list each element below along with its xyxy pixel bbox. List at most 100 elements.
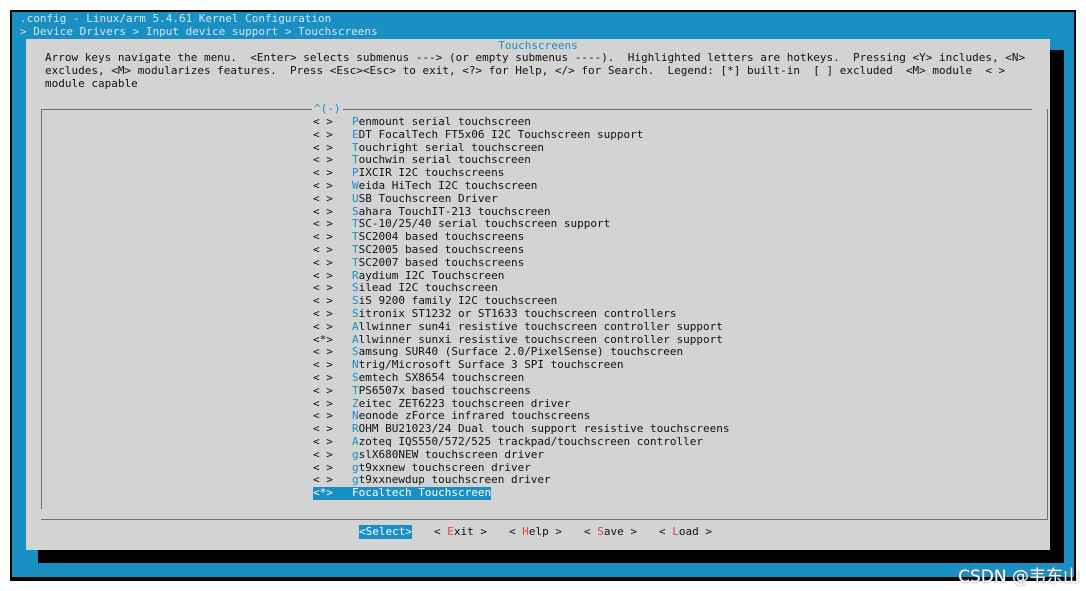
scroll-up-indicator[interactable]: ^(-) bbox=[312, 102, 343, 115]
button-post-text: ave > bbox=[603, 525, 637, 538]
menu-item[interactable]: <*> Focaltech Touchscreen bbox=[313, 486, 492, 500]
help-button[interactable]: < Help > bbox=[509, 525, 562, 539]
menu-item-hotkey: R bbox=[352, 268, 359, 282]
menu-item-label: SC2007 based touchscreens bbox=[358, 255, 525, 269]
button-pre-text: < bbox=[509, 525, 523, 538]
menu-item-label: aydium I2C Touchscreen bbox=[358, 268, 505, 282]
menu-item-label: ouchright serial touchscreen bbox=[358, 140, 545, 154]
menu-item-label: IXCIR I2C touchscreens bbox=[358, 166, 505, 180]
menu-item-label: eonode zForce infrared touchscreens bbox=[358, 409, 591, 423]
menu-item-label: PS6507x based touchscreens bbox=[358, 383, 531, 397]
menu-item-label: t9xxnewdup touchscreen driver bbox=[358, 473, 551, 487]
menu-item-label: amsung SUR40 (Surface 2.0/PixelSense) to… bbox=[358, 345, 684, 359]
menu-item-label: ouchwin serial touchscreen bbox=[358, 153, 531, 167]
menu-item-hotkey: S bbox=[352, 294, 359, 308]
button-post-text: oad > bbox=[678, 525, 712, 538]
menu-item-hotkey: T bbox=[352, 153, 359, 167]
menu-item-label: ahara TouchIT-213 touchscreen bbox=[358, 204, 551, 218]
menu-item-label: llwinner sunxi resistive touchscreen con… bbox=[358, 332, 723, 346]
menu-item-label: OHM BU21023/24 Dual touch support resist… bbox=[358, 422, 730, 436]
menu-item-state[interactable]: < > bbox=[313, 435, 352, 449]
menu-item-hotkey: A bbox=[352, 332, 359, 346]
menu-box-right-border bbox=[1047, 109, 1048, 520]
menu-item-hotkey: S bbox=[352, 306, 359, 320]
menu-item-hotkey: g bbox=[352, 460, 359, 474]
window-title: .config - Linux/arm 5.4.61 Kernel Config… bbox=[20, 12, 332, 25]
menu-item-hotkey: T bbox=[352, 383, 359, 397]
menu-item-label: SC-10/25/40 serial touchscreen support bbox=[358, 217, 611, 231]
menu-item-hotkey: S bbox=[352, 345, 359, 359]
menu-item-hotkey: N bbox=[352, 358, 359, 372]
button-post-text: elect> bbox=[372, 525, 412, 538]
menu-item-state[interactable]: < > bbox=[313, 307, 352, 321]
menu-item-label: trig/Microsoft Surface 3 SPI touchscreen bbox=[358, 358, 624, 372]
menu-item-label: DT FocalTech FT5x06 I2C Touchscreen supp… bbox=[358, 127, 644, 141]
button-hot-text: H bbox=[522, 525, 529, 538]
menu-item-state[interactable]: < > bbox=[313, 128, 352, 142]
menu-item-hotkey: N bbox=[352, 409, 359, 423]
menu-item-state[interactable]: < > bbox=[313, 115, 352, 129]
menu-item-label: SB Touchscreen Driver bbox=[358, 191, 498, 205]
menu-item-hotkey: T bbox=[352, 230, 359, 244]
menu-item-state[interactable]: <*> bbox=[313, 486, 352, 500]
menu-item-state[interactable]: < > bbox=[313, 320, 352, 334]
menu-item-label: SC2004 based touchscreens bbox=[358, 230, 525, 244]
menu-item-state[interactable]: < > bbox=[313, 192, 352, 206]
button-pre-text: < bbox=[359, 525, 366, 538]
menu-item-hotkey: W bbox=[352, 178, 359, 192]
save-button[interactable]: < Save > bbox=[584, 525, 637, 539]
button-pre-text: < bbox=[659, 525, 673, 538]
menu-box-bottom-border bbox=[41, 519, 1048, 520]
menu-item-label: llwinner sun4i resistive touchscreen con… bbox=[358, 319, 723, 333]
menu-item-state[interactable]: < > bbox=[313, 243, 352, 257]
menu-item-label: ilead I2C touchscreen bbox=[358, 281, 498, 295]
menu-item-hotkey: A bbox=[352, 434, 359, 448]
menu-item-label: emtech SX8654 touchscreen bbox=[358, 370, 525, 384]
menu-item-state[interactable]: < > bbox=[313, 256, 352, 270]
menu-item-state[interactable]: < > bbox=[313, 384, 352, 398]
button-post-text: elp > bbox=[528, 525, 562, 538]
watermark: CSDN @韦东山 bbox=[958, 567, 1080, 587]
menu-item-label: SC2005 based touchscreens bbox=[358, 242, 525, 256]
menu-item-hotkey: T bbox=[352, 140, 359, 154]
menu-item-hotkey: Z bbox=[352, 396, 359, 410]
menu-item-hotkey: F bbox=[352, 486, 359, 500]
menu-item-hotkey: S bbox=[352, 370, 359, 384]
exit-button[interactable]: < Exit > bbox=[434, 525, 487, 539]
button-post-text: xit > bbox=[453, 525, 487, 538]
menu-item-hotkey: g bbox=[352, 447, 359, 461]
load-button[interactable]: < Load > bbox=[659, 525, 712, 539]
menu-item-hotkey: S bbox=[352, 204, 359, 218]
menu-item-hotkey: g bbox=[352, 473, 359, 487]
menu-item-hotkey: T bbox=[352, 242, 359, 256]
menu-item-label: eida HiTech I2C touchscreen bbox=[358, 178, 538, 192]
select-button[interactable]: <Select> bbox=[359, 525, 412, 539]
button-hot-text: S bbox=[597, 525, 604, 538]
menu-item-label: t9xxnew touchscreen driver bbox=[358, 460, 531, 474]
menu-item-hotkey: P bbox=[352, 115, 359, 128]
menu-item-hotkey: A bbox=[352, 319, 359, 333]
menu-item-state[interactable]: < > bbox=[313, 179, 352, 193]
menu-item-state[interactable]: < > bbox=[313, 371, 352, 385]
menu-item-state[interactable]: < > bbox=[313, 448, 352, 462]
breadcrumb: > Device Drivers > Input device support … bbox=[20, 25, 378, 38]
menu-item-label: iS 9200 family I2C touchscreen bbox=[358, 294, 558, 308]
menu-item-label: itronix ST1232 or ST1633 touchscreen con… bbox=[358, 306, 677, 320]
menu-list: < > Penmount serial touchscreen < > EDT Foc… bbox=[313, 115, 730, 500]
menu-item-hotkey: R bbox=[352, 422, 359, 436]
button-bar: <Select> < Exit > < Help > < Save > < Load > bbox=[359, 525, 734, 539]
menu-item-hotkey: S bbox=[352, 281, 359, 295]
button-hot-text: L bbox=[672, 525, 679, 538]
menu-item-hotkey: T bbox=[352, 217, 359, 231]
button-pre-text: < bbox=[434, 525, 448, 538]
menu-box-left-border bbox=[41, 109, 42, 509]
menu-item-label: eitec ZET6223 touchscreen driver bbox=[358, 396, 571, 410]
help-text: Arrow keys navigate the menu. <Enter> se… bbox=[45, 51, 1032, 90]
menu-item-hotkey: U bbox=[352, 191, 359, 205]
menu-item-label: slX680NEW touchscreen driver bbox=[358, 447, 545, 461]
menu-item-hotkey: P bbox=[352, 166, 359, 180]
menu-item-state[interactable]: < > bbox=[313, 422, 352, 436]
menu-box-top-border bbox=[41, 109, 1032, 110]
menu-item-hotkey: E bbox=[352, 127, 359, 141]
menu-item-label: zoteq IQS550/572/525 trackpad/touchscree… bbox=[358, 434, 703, 448]
